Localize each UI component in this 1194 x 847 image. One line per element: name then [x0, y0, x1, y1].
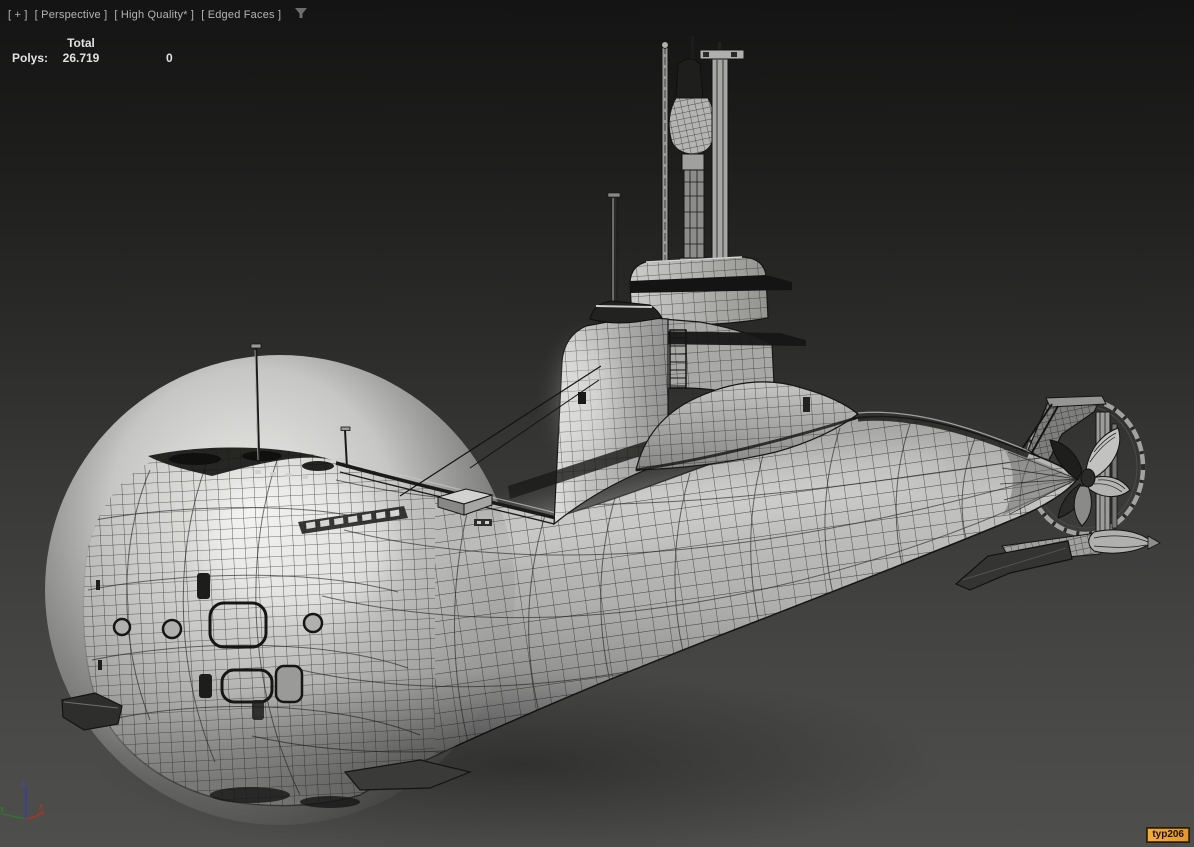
antenna-mast [607, 192, 621, 319]
stats-row-polys: Polys: 26.719 0 [0, 51, 196, 66]
axis-y-label: y [0, 804, 5, 815]
viewport-menu-shading[interactable]: [ Edged Faces ] [201, 9, 281, 21]
stats-polys-total: 26.719 [62, 51, 100, 65]
stats-header-total: Total [67, 36, 95, 50]
filter-funnel-icon[interactable] [294, 6, 308, 23]
scene-canvas[interactable] [0, 0, 1194, 847]
submarine-model[interactable] [45, 36, 1161, 847]
whip-antenna [661, 41, 669, 275]
world-axis-gizmo: z y x [0, 778, 45, 820]
periscope [668, 58, 716, 277]
viewport-menu-pov[interactable]: [ + ] [8, 9, 28, 21]
axis-z-label: z [20, 778, 25, 789]
viewport-menu-view[interactable]: [ Perspective ] [35, 9, 108, 21]
axis-y-line [1, 813, 27, 820]
viewport-statistics: Total Polys: 26.719 0 [0, 36, 196, 66]
stats-polys-other: 0 [166, 51, 173, 65]
viewport-menu-quality[interactable]: [ High Quality* ] [114, 9, 194, 21]
snorkel-mast [699, 42, 745, 265]
stats-polys-label: Polys: [11, 51, 48, 65]
object-name-tag: typ206 [1147, 828, 1189, 842]
axis-x-label: x [38, 801, 44, 812]
viewport-3d[interactable]: [ + ] [ Perspective ] [ High Quality* ] … [0, 0, 1194, 847]
viewport-label-bar: [ + ] [ Perspective ] [ High Quality* ] … [8, 6, 308, 23]
stabilizer-pod [1088, 529, 1153, 554]
